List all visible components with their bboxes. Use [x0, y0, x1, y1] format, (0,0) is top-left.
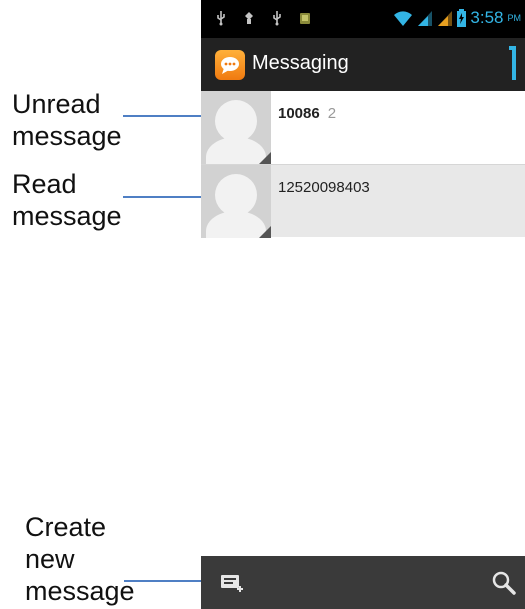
signal-strength-icon — [438, 11, 453, 26]
usb-icon — [217, 11, 225, 26]
callout-read-message: Read message — [12, 169, 122, 231]
contact-avatar-icon[interactable] — [201, 91, 271, 164]
clock-ampm: PM — [507, 13, 522, 23]
app-title: Messaging — [252, 52, 349, 74]
contact-avatar-icon[interactable] — [201, 165, 271, 238]
android-debug-icon — [245, 12, 253, 24]
bottom-action-bar — [201, 556, 525, 609]
signal-strength-icon — [418, 11, 433, 26]
clock-time: 3:58 — [470, 8, 504, 27]
conversation-sender: 10086 2 — [278, 105, 336, 122]
wifi-icon — [394, 11, 413, 26]
callout-arrow-create — [124, 576, 213, 586]
sender-number: 12520098403 — [278, 179, 370, 196]
sender-number: 10086 — [278, 105, 320, 122]
conversation-sender: 12520098403 — [278, 179, 370, 196]
battery-icon — [457, 9, 467, 27]
status-bar: 3:58 PM — [201, 0, 525, 38]
overflow-accent-icon — [509, 46, 516, 80]
status-indicators: 3:58 PM — [393, 8, 521, 28]
conversation-item-unread[interactable]: 10086 2 — [201, 91, 525, 165]
phone-screen: 3:58 PM Messaging 10086 2 12520098403 — [201, 0, 525, 609]
messaging-app-icon[interactable] — [215, 50, 245, 80]
callout-create-new-message: Create new message — [25, 512, 135, 606]
callout-unread-message: Unread message — [12, 89, 122, 151]
compose-new-message-icon[interactable] — [217, 568, 247, 598]
notification-icons — [215, 10, 311, 26]
usb-icon — [273, 11, 281, 26]
annotated-screenshot: Unread message Read message Create new m… — [0, 0, 525, 609]
search-icon[interactable] — [489, 568, 519, 598]
conversation-item-read[interactable]: 12520098403 — [201, 165, 525, 238]
action-bar: Messaging — [201, 38, 525, 91]
sim-card-icon — [300, 13, 310, 24]
message-count: 2 — [327, 105, 337, 122]
